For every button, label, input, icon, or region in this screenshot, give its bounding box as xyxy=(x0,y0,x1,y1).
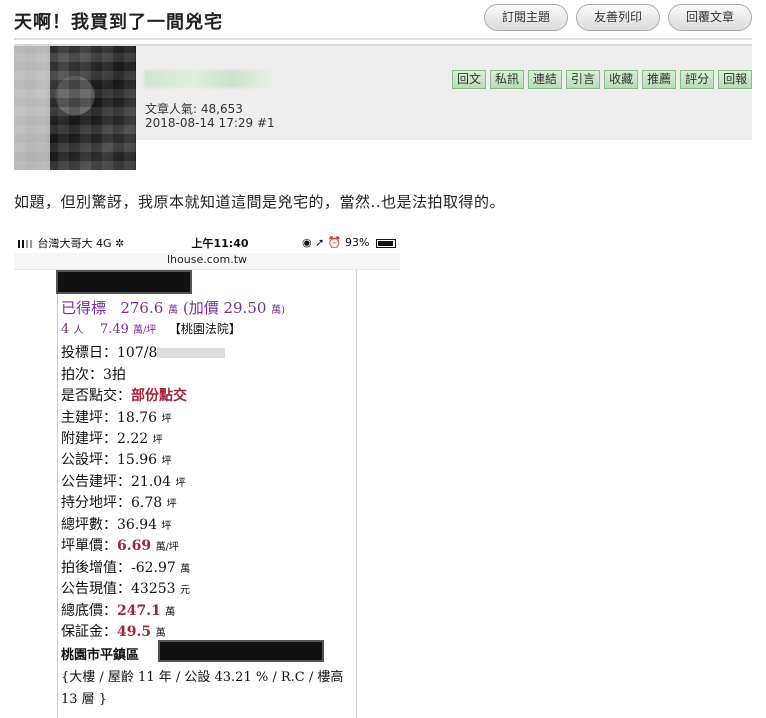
location-icon: ➚ xyxy=(315,236,325,249)
unit-price-row: 坪單價：6.69 萬/坪 xyxy=(61,538,179,554)
post-popularity: 文章人氣: 48,653 xyxy=(145,102,243,116)
redacted-date xyxy=(157,348,226,358)
post-value-row: 拍後增值：-62.97 萬 xyxy=(61,560,191,576)
reply-button[interactable]: 回覆文章 xyxy=(667,4,752,31)
redacted-address xyxy=(158,640,324,662)
sub-area-row: 附建坪：2.22 坪 xyxy=(61,431,163,447)
thread-toolbar: 訂閱主題 友善列印 回覆文章 xyxy=(476,4,752,31)
current-value-row: 公告現值：43253 元 xyxy=(61,581,190,597)
phone-url-bar: lhouse.com.tw xyxy=(14,253,400,270)
post-actions: 回文 私訊 連結 引言 收藏 推薦 評分 回報 xyxy=(452,70,756,89)
auction-listing: 已得標 276.6 萬 (加價 29.50 萬) 4 人 7.49 萬/坪 【桃… xyxy=(56,270,357,718)
embedded-screenshot: 台灣大哥大 4G ✲ 上午11:40 ◉ ➚ ⏰ 93% lhouse.com.… xyxy=(14,232,400,718)
district-row: 桃園市平鎮區 xyxy=(61,648,140,663)
quote-button[interactable]: 引言 xyxy=(566,70,601,89)
listing-bidders-row: 4 人 7.49 萬/坪 【桃園法院】 xyxy=(61,322,241,337)
public-area-row: 公設坪：15.96 坪 xyxy=(61,452,172,468)
avatar[interactable] xyxy=(14,46,136,170)
post-meta: 2018-08-14 17:29 #1 xyxy=(145,116,275,130)
court-label: 【桃園法院】 xyxy=(168,322,241,336)
lock-rotation-icon: ◉ xyxy=(302,236,312,249)
details-line-2: 13 層 } xyxy=(61,692,108,707)
phone-status-bar: 台灣大哥大 4G ✲ 上午11:40 ◉ ➚ ⏰ 93% xyxy=(14,232,400,253)
report-button[interactable]: 回報 xyxy=(718,70,753,89)
listing-status-row: 已得標 276.6 萬 (加價 29.50 萬) xyxy=(61,299,286,317)
post-date: 2018-08-14 17:29 xyxy=(145,116,254,130)
details-line-1: {大樓 / 屋齡 11 年 / 公設 43.21 % / R.C / 樓高 xyxy=(61,670,344,685)
base-price-row: 總底價：247.1 萬 xyxy=(61,603,176,619)
auction-round-row: 拍次：3拍 xyxy=(61,367,126,383)
loading-icon: ✲ xyxy=(115,236,125,250)
subscribe-button[interactable]: 訂閱主題 xyxy=(483,4,568,31)
print-button[interactable]: 友善列印 xyxy=(575,4,660,31)
carrier-label: 台灣大哥大 4G xyxy=(37,236,112,250)
battery-percent: 93% xyxy=(345,236,370,249)
signal-icon xyxy=(18,239,32,248)
bid-date-row: 投標日：107/8 xyxy=(61,342,226,362)
recommend-button[interactable]: 推薦 xyxy=(642,70,677,89)
post-floor[interactable]: #1 xyxy=(257,116,275,130)
title-divider xyxy=(14,38,752,40)
link-button[interactable]: 連結 xyxy=(528,70,563,89)
username-blurred[interactable] xyxy=(144,70,270,88)
total-area-row: 總坪數：36.94 坪 xyxy=(61,517,172,533)
land-share-row: 持分地坪：6.78 坪 xyxy=(61,495,177,511)
main-area-row: 主建坪：18.76 坪 xyxy=(61,410,172,426)
alarm-icon: ⏰ xyxy=(327,236,342,249)
battery-icon xyxy=(376,238,396,248)
deposit-row: 保証金：49.5 萬 xyxy=(61,624,166,640)
phone-time: 上午11:40 xyxy=(191,236,249,250)
post-body: 如題，但別驚訝，我原本就知道這間是兇宅的，當然..也是法拍取得的。 xyxy=(14,193,506,211)
handover-row: 是否點交：部份點交 xyxy=(61,388,187,404)
thread-title: 天啊！我買到了一間兇宅 xyxy=(14,12,223,33)
redacted-block xyxy=(56,270,192,294)
private-message-button[interactable]: 私訊 xyxy=(490,70,525,89)
quote-reply-button[interactable]: 回文 xyxy=(452,70,487,89)
announced-area-row: 公告建坪：21.04 坪 xyxy=(61,474,186,490)
bookmark-button[interactable]: 收藏 xyxy=(604,70,639,89)
rate-button[interactable]: 評分 xyxy=(680,70,715,89)
